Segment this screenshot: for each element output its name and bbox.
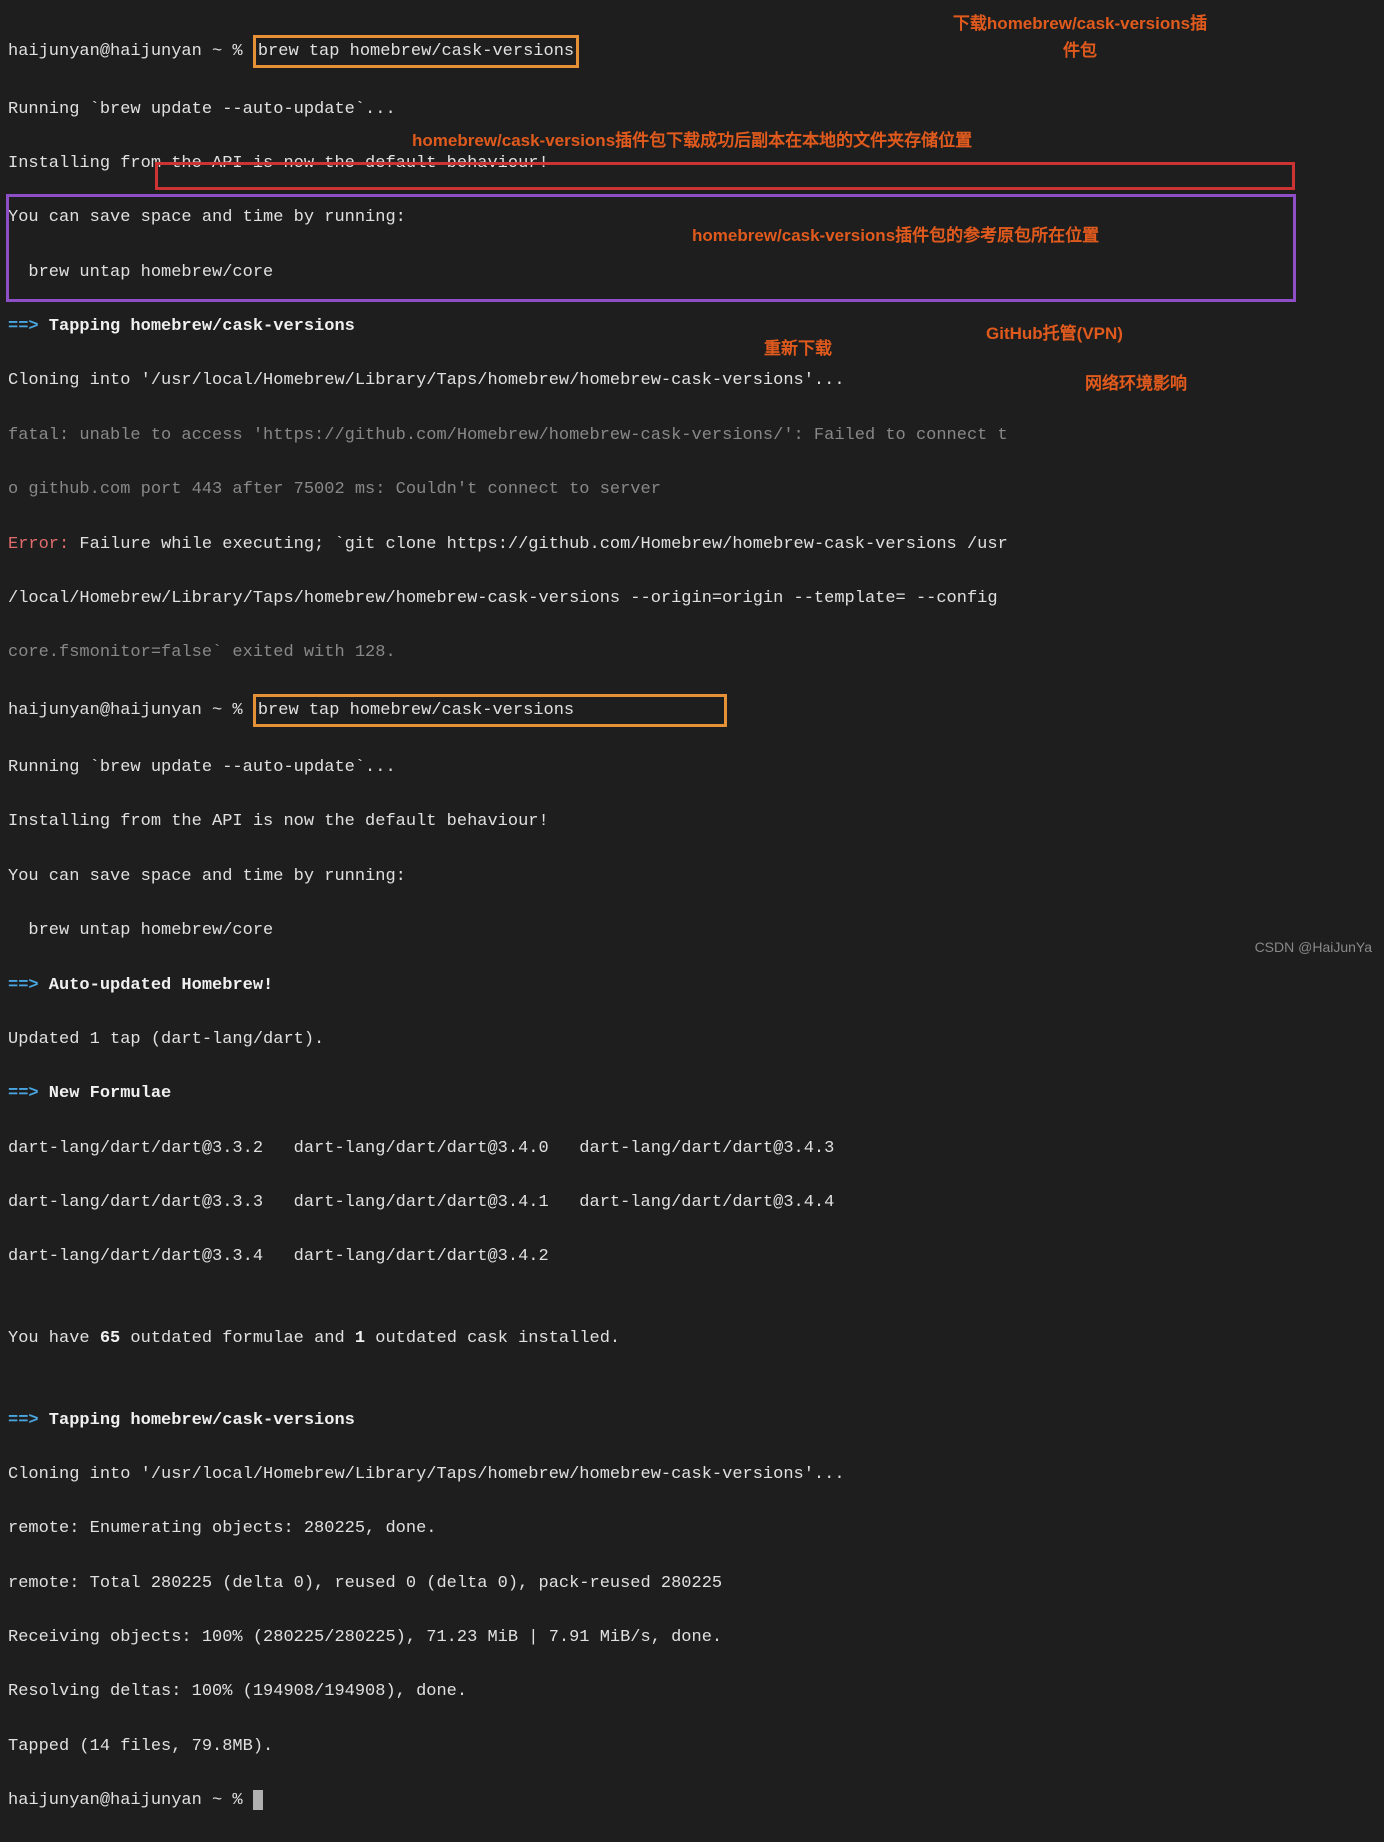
output-line: brew untap homebrew/core xyxy=(8,917,1376,944)
annotation-source-location: homebrew/cask-versions插件包的参考原包所在位置 xyxy=(692,222,1099,249)
error-line-2: /local/Homebrew/Library/Taps/homebrew/ho… xyxy=(8,585,1376,612)
output-line: You can save space and time by running: xyxy=(8,863,1376,890)
cursor-icon xyxy=(253,1790,263,1810)
annotation-storage-location: homebrew/cask-versions插件包下载成功后副本在本地的文件夹存… xyxy=(412,127,972,154)
tapping-line-2: ==> Tapping homebrew/cask-versions xyxy=(8,1407,1376,1434)
purple-highlight-box xyxy=(6,194,1296,302)
receiving-line: Receiving objects: 100% (280225/280225),… xyxy=(8,1624,1376,1651)
new-formulae-line: ==> New Formulae xyxy=(8,1080,1376,1107)
error-line: Error: Failure while executing; `git clo… xyxy=(8,531,1376,558)
arrow-icon: ==> xyxy=(8,976,39,995)
watermark: CSDN @HaiJunYa xyxy=(1255,936,1372,958)
outdated-line: You have 65 outdated formulae and 1 outd… xyxy=(8,1325,1376,1352)
remote-line: remote: Total 280225 (delta 0), reused 0… xyxy=(8,1570,1376,1597)
tapped-line: Tapped (14 files, 79.8MB). xyxy=(8,1733,1376,1760)
annotation-network: 网络环境影响 xyxy=(1085,370,1187,397)
resolving-line: Resolving deltas: 100% (194908/194908), … xyxy=(8,1678,1376,1705)
remote-line: remote: Enumerating objects: 280225, don… xyxy=(8,1515,1376,1542)
auto-updated-line: ==> Auto-updated Homebrew! xyxy=(8,972,1376,999)
fatal-line: fatal: unable to access 'https://github.… xyxy=(8,422,1376,449)
command-highlight-1: brew tap homebrew/cask-versions xyxy=(253,35,579,68)
output-line: Updated 1 tap (dart-lang/dart). xyxy=(8,1026,1376,1053)
annotation-github-vpn: GitHub托管(VPN) xyxy=(986,320,1123,347)
prompt-line-2[interactable]: haijunyan@haijunyan ~ % brew tap homebre… xyxy=(8,694,1376,727)
formula-line: dart-lang/dart/dart@3.3.2 dart-lang/dart… xyxy=(8,1135,1376,1162)
annotation-redownload: 重新下载 xyxy=(764,335,832,362)
arrow-icon: ==> xyxy=(8,1411,39,1430)
output-line: Running `brew update --auto-update`... xyxy=(8,96,1376,123)
arrow-icon: ==> xyxy=(8,317,39,336)
arrow-icon: ==> xyxy=(8,1084,39,1103)
prompt: haijunyan@haijunyan ~ % xyxy=(8,1791,253,1810)
prompt: haijunyan@haijunyan ~ % xyxy=(8,701,253,720)
error-label: Error: xyxy=(8,535,69,554)
annotation-download: 下载homebrew/cask-versions插 件包 xyxy=(890,10,1270,64)
formula-line: dart-lang/dart/dart@3.3.4 dart-lang/dart… xyxy=(8,1243,1376,1270)
formula-line: dart-lang/dart/dart@3.3.3 dart-lang/dart… xyxy=(8,1189,1376,1216)
cloning-line-2: Cloning into '/usr/local/Homebrew/Librar… xyxy=(8,1461,1376,1488)
output-line: Running `brew update --auto-update`... xyxy=(8,754,1376,781)
tapping-line: ==> Tapping homebrew/cask-versions xyxy=(8,313,1376,340)
error-line-3: core.fsmonitor=false` exited with 128. xyxy=(8,639,1376,666)
command-highlight-2: brew tap homebrew/cask-versions xyxy=(253,694,727,727)
prompt-line-3[interactable]: haijunyan@haijunyan ~ % xyxy=(8,1787,1376,1814)
output-line: Installing from the API is now the defau… xyxy=(8,808,1376,835)
prompt: haijunyan@haijunyan ~ % xyxy=(8,42,253,61)
fatal-line-2: o github.com port 443 after 75002 ms: Co… xyxy=(8,476,1376,503)
red-highlight-box xyxy=(155,162,1295,190)
